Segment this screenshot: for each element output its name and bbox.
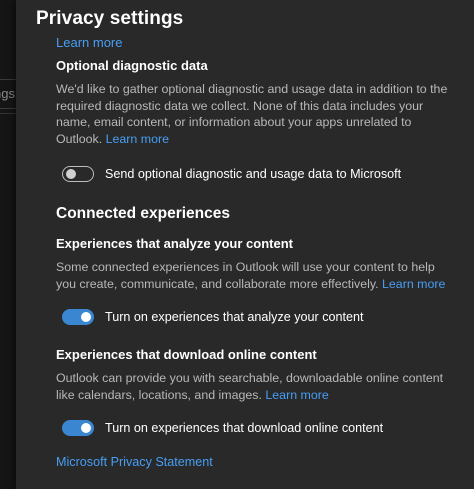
privacy-settings-dialog: Privacy settings Learn more Optional dia… — [16, 0, 474, 489]
optional-diagnostic-toggle-label: Send optional diagnostic and usage data … — [105, 167, 402, 181]
download-learn-more-link[interactable]: Learn more — [265, 388, 328, 402]
background-app: ngs — [0, 0, 16, 489]
toggle-knob — [81, 312, 91, 322]
download-content-heading: Experiences that download online content — [56, 347, 317, 362]
toggle-knob — [66, 169, 76, 179]
optional-learn-more-link[interactable]: Learn more — [106, 132, 169, 146]
optional-diagnostic-toggle[interactable] — [62, 166, 94, 182]
privacy-statement-link[interactable]: Microsoft Privacy Statement — [56, 455, 456, 469]
optional-diagnostic-toggle-row: Send optional diagnostic and usage data … — [62, 163, 456, 185]
analyze-content-heading: Experiences that analyze your content — [56, 236, 293, 251]
toggle-knob — [81, 423, 91, 433]
analyze-content-toggle-label: Turn on experiences that analyze your co… — [105, 310, 364, 324]
top-learn-more-link[interactable]: Learn more — [56, 35, 122, 50]
analyze-content-toggle[interactable] — [62, 309, 94, 325]
analyze-content-description: Some connected experiences in Outlook wi… — [56, 259, 456, 292]
analyze-content-text: Some connected experiences in Outlook wi… — [56, 260, 435, 291]
download-content-toggle[interactable] — [62, 420, 94, 436]
background-settings-tab[interactable]: ngs — [0, 79, 16, 109]
dialog-content: Optional diagnostic data We'd like to ga… — [56, 56, 456, 469]
download-content-toggle-label: Turn on experiences that download online… — [105, 421, 384, 435]
connected-experiences-heading: Connected experiences — [56, 205, 231, 222]
dialog-title: Privacy settings — [36, 8, 184, 29]
download-content-description: Outlook can provide you with searchable,… — [56, 370, 456, 403]
optional-diagnostic-description: We'd like to gather optional diagnostic … — [56, 81, 456, 147]
download-content-toggle-row: Turn on experiences that download online… — [62, 417, 456, 439]
optional-diagnostic-heading: Optional diagnostic data — [56, 58, 208, 73]
analyze-content-toggle-row: Turn on experiences that analyze your co… — [62, 306, 456, 328]
download-content-text: Outlook can provide you with searchable,… — [56, 371, 444, 402]
background-divider — [0, 113, 16, 114]
analyze-learn-more-link[interactable]: Learn more — [382, 277, 445, 291]
